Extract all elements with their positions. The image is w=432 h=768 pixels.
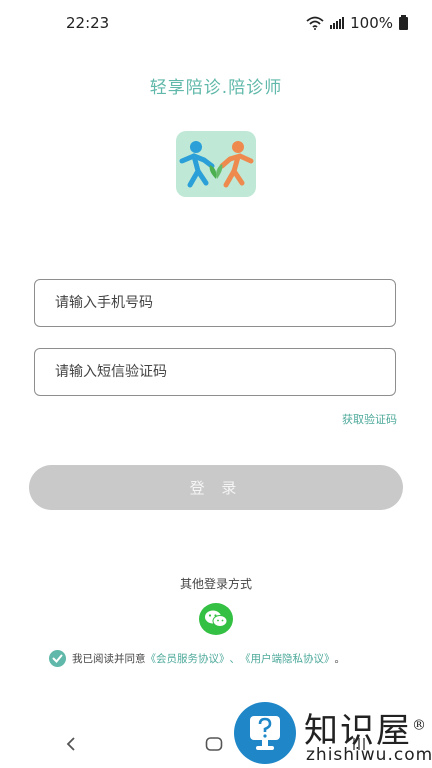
status-icons: 100% [306, 14, 408, 32]
status-time: 22:23 [66, 14, 110, 32]
watermark: 知识屋® zhishiwu.com [232, 699, 432, 768]
check-icon [52, 654, 63, 663]
agreement-row: 我已阅读并同意 《会员服务协议》 、 《用户端隐私协议》 。 [49, 650, 345, 667]
phone-field[interactable] [34, 279, 396, 327]
sms-code-field[interactable] [34, 348, 396, 396]
get-code-link[interactable]: 获取验证码 [342, 411, 397, 427]
status-bar: 22:23 100% [0, 0, 432, 46]
wechat-login-icon[interactable] [199, 603, 233, 635]
battery-icon [399, 14, 408, 30]
agreement-prefix: 我已阅读并同意 [72, 653, 146, 665]
privacy-agreement-link[interactable]: 《用户端隐私协议》 [240, 651, 335, 666]
member-agreement-link[interactable]: 《会员服务协议》 [146, 651, 230, 666]
battery-percent: 100% [350, 14, 393, 32]
home-icon[interactable] [205, 736, 223, 752]
back-icon[interactable] [64, 736, 78, 752]
other-login-label: 其他登录方式 [179, 577, 252, 591]
watermark-logo-icon [234, 702, 296, 764]
agreement-separator: 、 [229, 653, 241, 665]
sms-code-input[interactable] [53, 363, 395, 381]
signal-icon [330, 17, 345, 29]
wifi-icon [306, 16, 324, 30]
phone-input[interactable] [53, 294, 395, 312]
app-logo [176, 131, 256, 197]
agreement-checkbox[interactable] [49, 650, 66, 667]
watermark-url: zhishiwu.com [306, 745, 432, 765]
agreement-suffix: 。 [334, 653, 346, 665]
app-title: 轻享陪诊.陪诊师 [149, 78, 283, 98]
login-button[interactable]: 登 录 [29, 465, 403, 510]
